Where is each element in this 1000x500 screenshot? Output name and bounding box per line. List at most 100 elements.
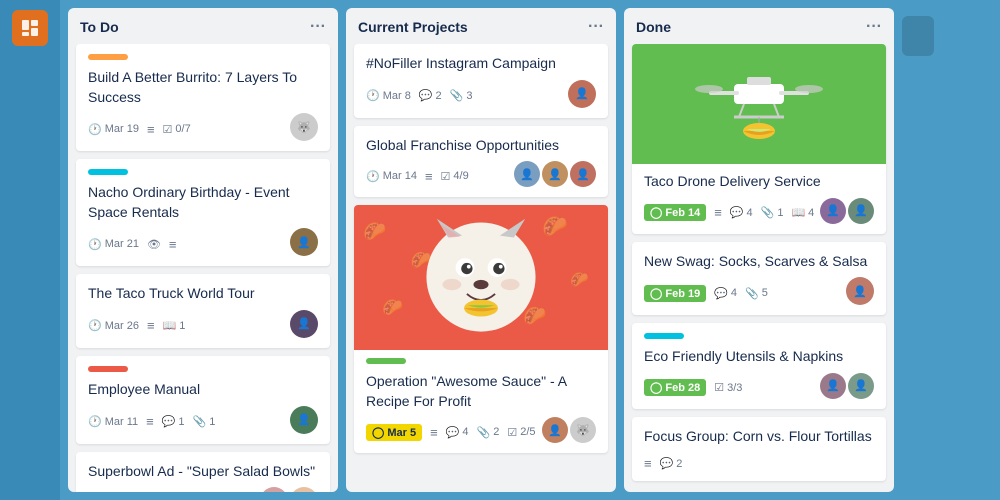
avatar-group: 👤 [290, 406, 318, 434]
card-footer: 🕐Mar 29≡👤👤 [88, 487, 318, 492]
card-label [88, 366, 128, 372]
date-meta: 🕐Mar 21 [88, 238, 139, 251]
comment-icon: 💬 [162, 415, 176, 428]
card-meta: 🕐Mar 19≡☑0/7 [88, 122, 191, 137]
card-label [88, 54, 128, 60]
description-meta: ≡ [146, 414, 154, 429]
card-meta: 🕐Mar 26≡📖1 [88, 318, 185, 333]
date-badge: ◯ Mar 5 [366, 424, 422, 441]
card-c4[interactable]: Employee Manual🕐Mar 11≡💬1📎1👤 [76, 356, 330, 444]
avatar: 👤 [820, 198, 846, 224]
column-current: Current Projects···#NoFiller Instagram C… [346, 8, 616, 492]
book-meta: 📖4 [791, 206, 814, 219]
clock-icon: 🕐 [366, 89, 380, 102]
card-title: Superbowl Ad - "Super Salad Bowls" [88, 462, 318, 482]
date-meta: 🕐Mar 19 [88, 123, 139, 136]
comment-meta: 💬2 [660, 457, 683, 470]
avatar-group: 👤🐺 [542, 417, 596, 443]
card-c2[interactable]: Nacho Ordinary Birthday - Event Space Re… [76, 159, 330, 266]
lines-icon: ≡ [169, 237, 177, 252]
card-title: Operation "Awesome Sauce" - A Recipe For… [366, 372, 596, 411]
description-meta: ≡ [425, 169, 433, 184]
avatar: 👤 [848, 198, 874, 224]
avatar: 👤 [542, 417, 568, 443]
comment-meta: 💬1 [162, 415, 185, 428]
comment-meta: 💬2 [419, 89, 442, 102]
card-p2[interactable]: Global Franchise Opportunities 🕐Mar 14 ≡ ☑4… [354, 126, 608, 198]
checklist-meta: ☑4/9 [441, 170, 469, 183]
check-icon: ☑ [714, 381, 724, 394]
card-d2[interactable]: New Swag: Socks, Scarves & Salsa ◯ Feb 19… [632, 242, 886, 316]
avatar-group: 👤👤 [820, 198, 874, 224]
book-icon: 📖 [791, 206, 805, 219]
date-badge: ◯ Feb 19 [644, 285, 706, 302]
avatar-group: 🐺 [290, 113, 318, 141]
card-d4[interactable]: Focus Group: Corn vs. Flour Tortillas≡💬2 [632, 417, 886, 482]
clip-icon: 📎 [761, 206, 775, 219]
date-meta: 🕐Mar 26 [88, 319, 139, 332]
column-cards-done: Taco Drone Delivery Service◯ Feb 14≡💬4📎1… [624, 44, 894, 492]
avatar: 🐺 [570, 417, 596, 443]
card-footer: 🕐Mar 19≡☑0/7 🐺 [88, 113, 318, 141]
description-meta: ≡ [644, 456, 652, 471]
avatar: 👤 [568, 80, 596, 108]
column-cards-current: #NoFiller Instagram Campaign🕐Mar 8💬2📎3👤G… [346, 44, 616, 492]
board-icon[interactable] [12, 10, 48, 46]
clock-icon: 🕐 [88, 319, 102, 332]
card-label [644, 333, 684, 339]
clip-icon: 📎 [450, 89, 464, 102]
column-todo: To Do ··· Build A Better Burrito: 7 Layers… [68, 8, 338, 492]
svg-text:🌮: 🌮 [363, 221, 386, 242]
husky-image: 🌮 🌮 🌮 🌮 🌮 🌮 [354, 205, 608, 350]
card-meta: 🕐Mar 11≡💬1📎1 [88, 414, 215, 429]
checklist-meta: ☑0/7 [163, 123, 191, 136]
avatar: 👤 [848, 373, 874, 399]
comment-meta: 💬4 [730, 206, 753, 219]
clip-icon: 📎 [477, 426, 491, 439]
card-p1[interactable]: #NoFiller Instagram Campaign🕐Mar 8💬2📎3👤 [354, 44, 608, 118]
column-title: To Do [80, 19, 119, 35]
svg-text:🌮: 🌮 [523, 305, 546, 326]
column-cards-todo: Build A Better Burrito: 7 Layers To Succ… [68, 44, 338, 492]
date-meta: 🕐Mar 11 [88, 415, 138, 428]
book-icon: 📖 [163, 319, 177, 332]
card-footer: ◯ Feb 19💬4📎5👤 [644, 277, 874, 305]
column-menu-button[interactable]: ··· [866, 18, 882, 36]
card-title: Global Franchise Opportunities [366, 136, 596, 156]
card-c3[interactable]: The Taco Truck World Tour🕐Mar 26≡📖1👤 [76, 274, 330, 348]
eye-icon: 👁 [147, 238, 161, 251]
avatar: 👤 [260, 487, 288, 492]
card-title: The Taco Truck World Tour [88, 284, 318, 304]
comment-icon: 💬 [730, 206, 744, 219]
card-footer: ◯ Mar 5≡💬4📎2☑2/5 👤🐺 [366, 417, 596, 443]
card-title: New Swag: Socks, Scarves & Salsa [644, 252, 874, 272]
date-meta: 🕐Mar 14 [366, 170, 417, 183]
description-meta: ≡ [169, 237, 177, 252]
lines-icon: ≡ [146, 414, 154, 429]
avatar: 👤 [570, 161, 596, 187]
card-title: Employee Manual [88, 380, 318, 400]
date-meta: 🕐Mar 8 [366, 89, 411, 102]
comment-icon: 💬 [419, 89, 433, 102]
card-meta: 🕐Mar 21 👁 ≡ [88, 237, 177, 252]
card-d3[interactable]: Eco Friendly Utensils & Napkins◯ Feb 28☑… [632, 323, 886, 409]
avatar-group: 👤👤👤 [514, 161, 596, 187]
card-c1[interactable]: Build A Better Burrito: 7 Layers To Succ… [76, 44, 330, 151]
card-meta: ◯ Mar 5≡💬4📎2☑2/5 [366, 424, 536, 441]
attachment-meta: 📎1 [761, 206, 784, 219]
date-badge: ◯ Feb 14 [644, 204, 706, 221]
card-meta: ◯ Feb 14≡💬4📎1📖4 [644, 204, 814, 221]
card-d1[interactable]: Taco Drone Delivery Service◯ Feb 14≡💬4📎1… [632, 44, 886, 234]
check-icon: ☑ [441, 170, 451, 183]
add-list-button[interactable] [902, 16, 934, 56]
card-p3[interactable]: 🌮 🌮 🌮 🌮 🌮 🌮 [354, 205, 608, 453]
card-c5[interactable]: Superbowl Ad - "Super Salad Bowls" 🕐Mar 2… [76, 452, 330, 492]
card-footer: 🕐Mar 8💬2📎3👤 [366, 80, 596, 108]
column-menu-button[interactable]: ··· [588, 18, 604, 36]
attachment-meta: 📎5 [745, 287, 768, 300]
column-menu-button[interactable]: ··· [310, 18, 326, 36]
clock-icon: 🕐 [366, 170, 380, 183]
card-meta: ≡ 💬2 [644, 456, 682, 471]
clock-icon: 🕐 [88, 123, 102, 136]
date-badge: ◯ Feb 28 [644, 379, 706, 396]
